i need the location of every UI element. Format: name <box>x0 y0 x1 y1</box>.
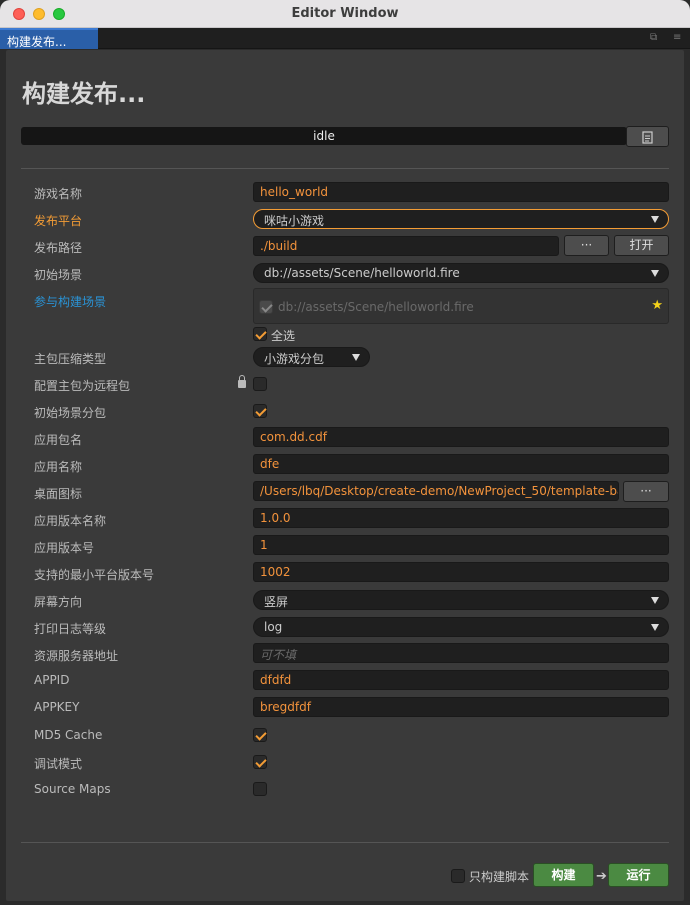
chevron-down-icon <box>651 597 659 604</box>
build-panel: 构建发布... idle 游戏名称 hello_world 发布平台 咪咕小游戏… <box>6 50 684 901</box>
debug-mode-checkbox[interactable] <box>253 755 267 769</box>
app-name-input[interactable]: dfe <box>253 454 669 474</box>
compression-select[interactable]: 小游戏分包 <box>253 347 370 367</box>
platform-value: 咪咕小游戏 <box>264 214 325 228</box>
select-all-label: 全选 <box>271 329 296 343</box>
desktop-icon-label: 桌面图标 <box>34 487 83 501</box>
min-platform-input[interactable]: 1002 <box>253 562 669 582</box>
version-number-input[interactable]: 1 <box>253 535 669 555</box>
page-title: 构建发布... <box>22 80 146 108</box>
run-button[interactable]: 运行 <box>608 863 669 887</box>
script-only-checkbox[interactable] <box>451 869 465 883</box>
build-path-input[interactable]: ./build <box>253 236 559 256</box>
orientation-label: 屏幕方向 <box>34 595 83 609</box>
chevron-down-icon <box>651 270 659 277</box>
browse-icon-button[interactable]: ··· <box>623 481 669 502</box>
resource-server-label: 资源服务器地址 <box>34 649 119 663</box>
build-progress-bar: idle <box>21 127 627 145</box>
desktop-icon-input[interactable]: /Users/lbq/Desktop/create-demo/NewProjec… <box>253 481 619 501</box>
version-number-label: 应用版本号 <box>34 541 95 555</box>
chevron-down-icon <box>651 624 659 631</box>
game-name-label: 游戏名称 <box>34 187 83 201</box>
popout-icon[interactable]: ⧉ <box>650 32 661 43</box>
remote-bundle-label: 配置主包为远程包 <box>34 379 131 393</box>
select-all-checkbox[interactable] <box>253 327 267 341</box>
appid-label: APPID <box>34 673 70 687</box>
platform-label: 发布平台 <box>34 214 83 228</box>
lock-icon <box>238 375 246 388</box>
star-icon: ★ <box>651 298 663 313</box>
chevron-down-icon <box>352 354 360 361</box>
build-path-label: 发布路径 <box>34 241 83 255</box>
version-name-input[interactable]: 1.0.0 <box>253 508 669 528</box>
compression-value: 小游戏分包 <box>264 352 325 366</box>
open-log-button[interactable] <box>626 126 669 147</box>
log-level-select[interactable]: log <box>253 617 669 637</box>
platform-select[interactable]: 咪咕小游戏 <box>253 209 669 229</box>
compression-label: 主包压缩类型 <box>34 352 107 366</box>
menu-icon[interactable]: ≡ <box>673 32 684 43</box>
scene-list: db://assets/Scene/helloworld.fire ★ <box>253 288 669 324</box>
orientation-select[interactable]: 竖屏 <box>253 590 669 610</box>
source-maps-checkbox[interactable] <box>253 782 267 796</box>
window-titlebar: Editor Window <box>0 0 690 28</box>
log-level-label: 打印日志等级 <box>34 622 107 636</box>
app-name-label: 应用名称 <box>34 460 83 474</box>
resource-server-input[interactable]: 可不填 <box>253 643 669 663</box>
package-name-label: 应用包名 <box>34 433 83 447</box>
md5-cache-checkbox[interactable] <box>253 728 267 742</box>
log-file-icon <box>642 131 653 144</box>
md5-cache-label: MD5 Cache <box>34 728 103 742</box>
orientation-value: 竖屏 <box>264 595 289 609</box>
remote-bundle-checkbox[interactable] <box>253 377 267 391</box>
version-name-label: 应用版本名称 <box>34 514 107 528</box>
appid-input[interactable]: dfdfd <box>253 670 669 690</box>
log-level-value: log <box>264 620 283 634</box>
build-button[interactable]: 构建 <box>533 863 594 887</box>
start-scene-value: db://assets/Scene/helloworld.fire <box>264 266 460 280</box>
divider <box>21 842 669 843</box>
appkey-input[interactable]: bregdfdf <box>253 697 669 717</box>
browse-path-button[interactable]: ··· <box>564 235 609 256</box>
window-title: Editor Window <box>291 6 399 21</box>
package-name-input[interactable]: com.dd.cdf <box>253 427 669 447</box>
source-maps-label: Source Maps <box>34 782 111 796</box>
game-name-input[interactable]: hello_world <box>253 182 669 202</box>
open-path-button[interactable]: 打开 <box>614 235 669 256</box>
script-only-label: 只构建脚本 <box>469 870 530 884</box>
start-scene-subpackage-label: 初始场景分包 <box>34 406 107 420</box>
included-scenes-label[interactable]: 参与构建场景 <box>34 293 106 310</box>
arrow-right-icon: ➔ <box>596 869 607 884</box>
start-scene-subpackage-checkbox[interactable] <box>253 404 267 418</box>
min-platform-label: 支持的最小平台版本号 <box>34 568 155 582</box>
divider <box>21 168 669 169</box>
start-scene-select[interactable]: db://assets/Scene/helloworld.fire <box>253 263 669 283</box>
appkey-label: APPKEY <box>34 700 80 714</box>
tab-bar: 构建发布... ⧉ ≡ <box>0 28 690 49</box>
chevron-down-icon <box>651 216 659 223</box>
start-scene-label: 初始场景 <box>34 268 83 282</box>
scene-item: db://assets/Scene/helloworld.fire <box>278 300 474 314</box>
tab-build[interactable]: 构建发布... <box>0 28 98 49</box>
debug-mode-label: 调试模式 <box>34 757 83 771</box>
scene-checkbox <box>259 300 273 314</box>
